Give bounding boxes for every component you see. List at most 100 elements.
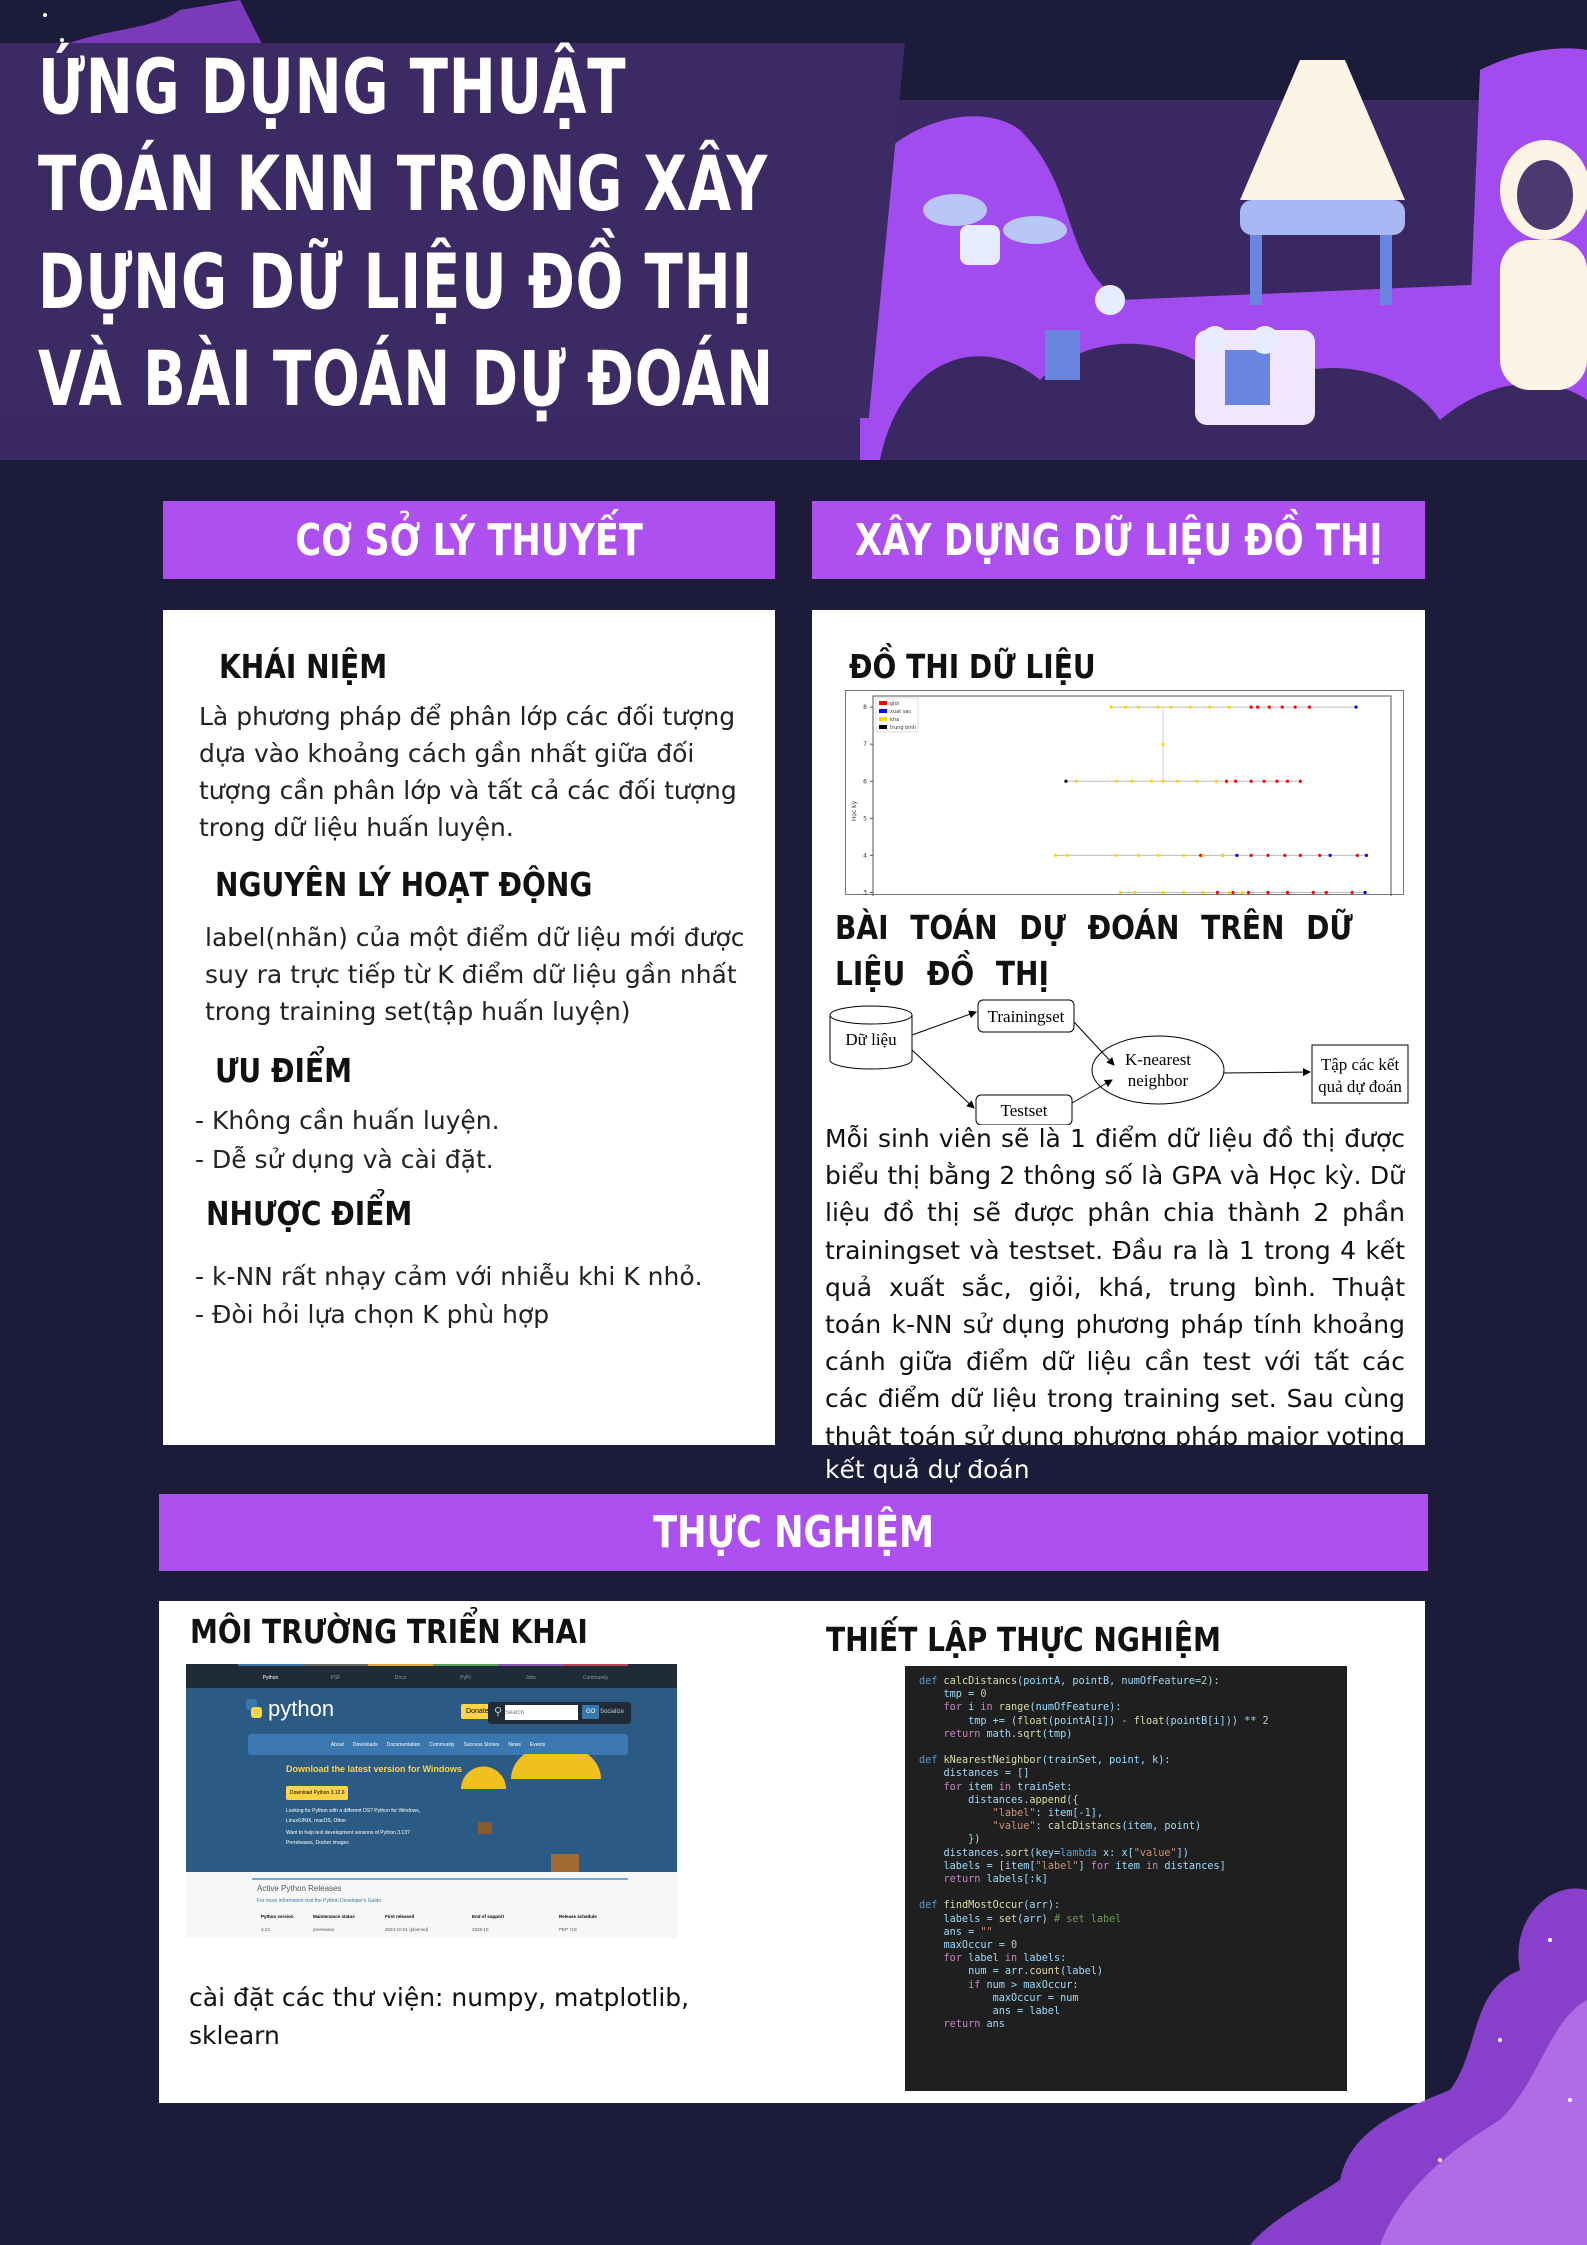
nav-documentation[interactable]: Documentation: [387, 1742, 421, 1748]
download-python-button[interactable]: Download Python 3.12.6: [286, 1786, 349, 1800]
pros-item: - Dễ sử dụng và cài đặt.: [195, 1145, 494, 1174]
data-point-gioi: [1298, 853, 1302, 857]
table-cell: 2029-10: [472, 1927, 489, 1932]
data-point-gioi: [1249, 853, 1253, 857]
python-website-screenshot: Python PSF Docs PyPI Jobs Community python Do…: [186, 1664, 677, 1938]
pros-item: - Không cần huấn luyện.: [195, 1106, 500, 1135]
data-point-trung-binh: [1064, 779, 1068, 783]
go-button[interactable]: GO: [582, 1705, 600, 1719]
data-point-gioi: [1285, 890, 1289, 895]
libraries-text: cài đặt các thư viện: numpy, matplotlib,: [189, 1983, 690, 2012]
data-point-gioi: [1234, 779, 1238, 783]
legend-label: trung binh: [890, 725, 916, 731]
setup-heading: Thiết lập thực nghiệm: [826, 1620, 1221, 1659]
knn-label: neighbor: [1128, 1071, 1189, 1090]
code-line: tmp = 0: [919, 1689, 987, 1701]
python-logo-icon: [246, 1699, 262, 1718]
data-point-kha: [1130, 779, 1134, 783]
data-point-xuat-sac: [1328, 853, 1332, 857]
section-header-theory: Cơ sở lý thuyết: [163, 501, 775, 579]
code-line: def kNearestNeighbor(trainSet, point, k)…: [919, 1755, 1171, 1767]
code-line: distances = []: [919, 1768, 1030, 1780]
tab-jobs[interactable]: Jobs: [498, 1664, 563, 1688]
nav-news[interactable]: News: [508, 1742, 521, 1748]
nav-events[interactable]: Events: [530, 1742, 545, 1748]
legend-label: xuat sac: [890, 709, 911, 715]
nav-about[interactable]: About: [331, 1742, 344, 1748]
nav-success-stories[interactable]: Success Stories: [464, 1742, 500, 1748]
data-point-gioi: [1318, 853, 1322, 857]
releases-table-header: Python version Maintenance status First re…: [261, 1914, 619, 1919]
table-cell[interactable]: prerelease: [313, 1927, 385, 1932]
legend-swatch: [879, 725, 887, 729]
code-line: distances.append({: [919, 1794, 1079, 1806]
data-point-gioi: [1355, 853, 1359, 857]
data-point-kha: [1161, 742, 1165, 746]
releases-subtitle: For more information visit the Python De…: [257, 1898, 383, 1904]
releases-title: Active Python Releases: [257, 1884, 342, 1893]
legend-swatch: [879, 709, 887, 713]
tab-docs[interactable]: Docs: [368, 1664, 433, 1688]
tab-python[interactable]: Python: [238, 1664, 303, 1688]
data-point-gioi: [1350, 890, 1354, 895]
data-point-gioi: [1298, 779, 1302, 783]
data-point-kha: [1132, 890, 1137, 895]
data-cylinder: Dữ liệu: [829, 1005, 913, 1070]
tab-list: Python PSF Docs PyPI Jobs Community: [238, 1664, 628, 1688]
nav-community[interactable]: Community: [429, 1742, 454, 1748]
data-point-kha: [1065, 853, 1069, 857]
data-point-kha: [1114, 779, 1119, 783]
tab-pypi[interactable]: PyPI: [433, 1664, 498, 1688]
table-header: End of support: [472, 1914, 504, 1919]
data-point-kha: [1156, 705, 1160, 709]
data-point-gioi: [1231, 890, 1235, 895]
data-point-kha: [1182, 853, 1186, 857]
title-line: dựng dữ liệu đồ thị: [38, 237, 754, 326]
search-input[interactable]: [505, 1705, 578, 1720]
table-header: First released: [385, 1914, 415, 1919]
data-point-gioi: [1280, 705, 1284, 709]
astronaut-icon: [1500, 140, 1587, 390]
problem-heading: Bài toán dự đoán trên dữ liệu đồ thị: [835, 908, 1353, 993]
table-cell[interactable]: PEP 719: [559, 1927, 619, 1932]
data-point-kha: [1114, 853, 1119, 857]
pros-heading: Ưu điểm: [215, 1051, 352, 1090]
theory-panel: Khái niệm Là phương pháp để phân lớp các…: [163, 610, 775, 1445]
trainingset-label: Trainingset: [988, 1007, 1065, 1026]
tab-community[interactable]: Community: [563, 1664, 628, 1688]
data-point-gioi: [1324, 890, 1328, 895]
data-point-kha: [1161, 779, 1165, 783]
data-point-kha: [1161, 890, 1165, 895]
y-tick-label: 7: [863, 741, 867, 748]
data-point-xuat-sac: [1235, 853, 1239, 857]
data-point-kha: [1053, 853, 1058, 857]
legend-swatch: [879, 701, 887, 705]
data-point-gioi: [1246, 890, 1251, 895]
table-cell: 2024-10-01 (planned): [385, 1927, 429, 1932]
tab-psf[interactable]: PSF: [303, 1664, 368, 1688]
data-point-kha: [1074, 779, 1078, 783]
problem-description-overflow: kết quả dự đoán: [825, 1455, 1030, 1484]
data-point-gioi: [1249, 705, 1253, 709]
env-heading: Môi trường triển khai: [190, 1612, 588, 1651]
code-line: for i in range(numOfFeature):: [943, 1702, 1122, 1714]
data-point-xuat-sac: [1354, 705, 1358, 709]
legend-label: gioi: [890, 701, 899, 707]
code-line: tmp += (float(pointA[i]) - float(pointB[…: [919, 1715, 1269, 1727]
data-point-xuat-sac: [1364, 853, 1368, 857]
principle-heading: Nguyên lý hoạt động: [215, 865, 593, 904]
cons-heading: Nhược điểm: [206, 1194, 413, 1233]
concept-heading: Khái niệm: [219, 647, 388, 686]
chart-svg: 3 4 5 6 7 8 Học kỳ gioi xuat sac kha trung binh: [851, 695, 1392, 912]
other-os-text: Looking for Python with a different OS? …: [286, 1808, 421, 1824]
y-tick-label: 6: [863, 778, 867, 785]
data-point-kha: [1221, 853, 1225, 857]
data-point-gioi: [1283, 853, 1287, 857]
code-line: }): [919, 1834, 981, 1846]
nav-downloads[interactable]: Downloads: [353, 1742, 378, 1748]
data-point-gioi: [1293, 705, 1297, 709]
prerelease-text: Want to help test development versions o…: [286, 1830, 410, 1846]
socialize-link[interactable]: Socialize: [600, 1709, 624, 1715]
data-point-kha: [1208, 705, 1212, 709]
y-tick-label: 3: [863, 889, 867, 896]
